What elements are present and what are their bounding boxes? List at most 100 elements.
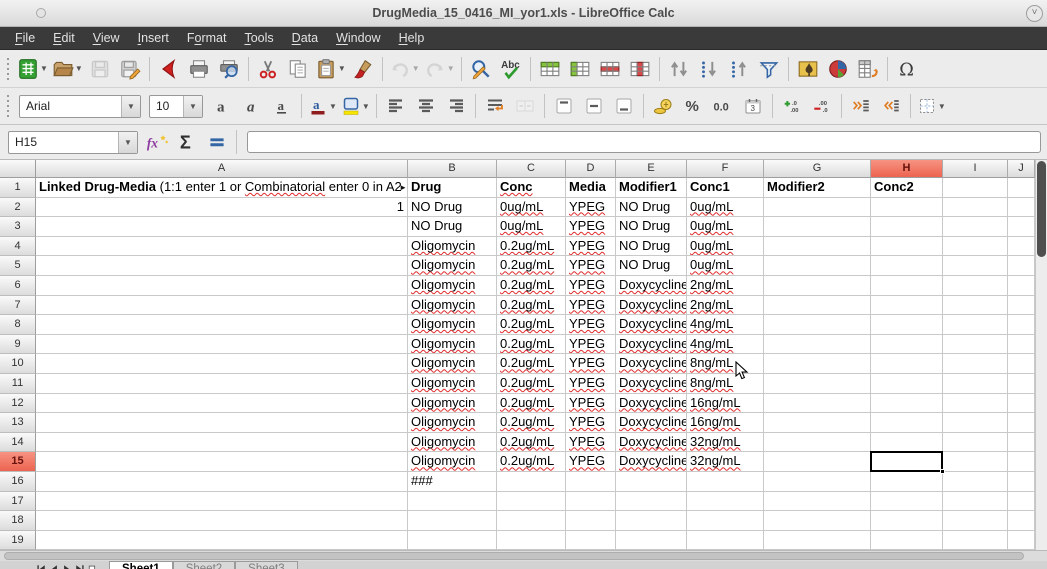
cell-E17[interactable] (616, 492, 687, 512)
cell-F9[interactable]: 4ng/mL (687, 335, 764, 355)
currency-format-icon[interactable] (649, 91, 677, 121)
next-sheet-icon[interactable] (60, 562, 73, 569)
cell-C16[interactable] (497, 472, 566, 492)
cell-B16[interactable]: ### (408, 472, 497, 492)
row-header-18[interactable]: 18 (0, 511, 36, 531)
sheet-tab-sheet2[interactable]: Sheet2 (173, 561, 235, 569)
cell-A8[interactable] (36, 315, 408, 335)
cell-F11[interactable]: 8ng/mL (687, 374, 764, 394)
cell-J15[interactable] (1008, 452, 1035, 472)
cell-H6[interactable] (871, 276, 943, 296)
cell-C4[interactable]: 0.2ug/mL (497, 237, 566, 257)
cell-G10[interactable] (764, 354, 871, 374)
row-header-13[interactable]: 13 (0, 413, 36, 433)
number-format-icon[interactable]: 0.0 (709, 91, 737, 121)
bold-icon[interactable]: a (208, 91, 236, 121)
sum-icon[interactable]: Σ (172, 128, 202, 156)
cell-H17[interactable] (871, 492, 943, 512)
cell-A14[interactable] (36, 433, 408, 453)
open-icon[interactable]: ▼ (51, 54, 84, 84)
cell-G4[interactable] (764, 237, 871, 257)
cell-J4[interactable] (1008, 237, 1035, 257)
date-format-icon[interactable]: 3 (739, 91, 767, 121)
cell-I1[interactable] (943, 178, 1008, 198)
row-header-14[interactable]: 14 (0, 433, 36, 453)
column-header-G[interactable]: G (764, 160, 871, 178)
chevron-down-icon[interactable]: ▼ (75, 64, 83, 73)
redo-icon[interactable]: ▼ (423, 54, 456, 84)
cell-J8[interactable] (1008, 315, 1035, 335)
cell-I3[interactable] (943, 217, 1008, 237)
cell-A9[interactable] (36, 335, 408, 355)
cell-B2[interactable]: NO Drug (408, 198, 497, 218)
cell-C13[interactable]: 0.2ug/mL (497, 413, 566, 433)
cell-C11[interactable]: 0.2ug/mL (497, 374, 566, 394)
cell-E9[interactable]: Doxycycline (616, 335, 687, 355)
row-header-2[interactable]: 2 (0, 198, 36, 218)
function-wizard-icon[interactable]: fx (142, 128, 172, 156)
cell-I7[interactable] (943, 296, 1008, 316)
align-right-icon[interactable] (442, 91, 470, 121)
cell-F4[interactable]: 0ug/mL (687, 237, 764, 257)
underline-icon[interactable]: a (268, 91, 296, 121)
cell-B11[interactable]: Oligomycin (408, 374, 497, 394)
cell-C9[interactable]: 0.2ug/mL (497, 335, 566, 355)
special-character-icon[interactable]: Ω (893, 54, 921, 84)
cell-B14[interactable]: Oligomycin (408, 433, 497, 453)
cell-C3[interactable]: 0ug/mL (497, 217, 566, 237)
font-color-icon[interactable]: a▼ (307, 91, 338, 121)
cell-D13[interactable]: YPEG (566, 413, 616, 433)
sheet-tab-sheet3[interactable]: Sheet3 (235, 561, 297, 569)
cell-F1[interactable]: Conc1 (687, 178, 764, 198)
cell-B10[interactable]: Oligomycin (408, 354, 497, 374)
cell-C2[interactable]: 0ug/mL (497, 198, 566, 218)
insert-column-icon[interactable] (566, 54, 594, 84)
cell-I4[interactable] (943, 237, 1008, 257)
cell-F3[interactable]: 0ug/mL (687, 217, 764, 237)
vertical-scrollbar-thumb[interactable] (1037, 161, 1046, 257)
cell-I16[interactable] (943, 472, 1008, 492)
vertical-scrollbar[interactable] (1035, 160, 1047, 550)
cell-B1[interactable]: Drug (408, 178, 497, 198)
cell-B8[interactable]: Oligomycin (408, 315, 497, 335)
cell-G15[interactable] (764, 452, 871, 472)
cell-F19[interactable] (687, 531, 764, 550)
cell-A18[interactable] (36, 511, 408, 531)
autofilter-icon[interactable] (755, 54, 783, 84)
cell-D2[interactable]: YPEG (566, 198, 616, 218)
cell-J2[interactable] (1008, 198, 1035, 218)
chevron-down-icon[interactable]: ▼ (447, 64, 455, 73)
cell-B4[interactable]: Oligomycin (408, 237, 497, 257)
cell-G12[interactable] (764, 394, 871, 414)
cell-G14[interactable] (764, 433, 871, 453)
chevron-down-icon[interactable]: ▼ (938, 102, 946, 111)
cell-F12[interactable]: 16ng/mL (687, 394, 764, 414)
cell-J13[interactable] (1008, 413, 1035, 433)
cell-D10[interactable]: YPEG (566, 354, 616, 374)
cell-I6[interactable] (943, 276, 1008, 296)
cell-C19[interactable] (497, 531, 566, 550)
select-all-corner[interactable] (0, 160, 36, 178)
cell-J16[interactable] (1008, 472, 1035, 492)
spelling-icon[interactable]: Abc (497, 54, 525, 84)
row-header-12[interactable]: 12 (0, 394, 36, 414)
horizontal-scrollbar[interactable] (0, 550, 1047, 561)
column-header-B[interactable]: B (408, 160, 497, 178)
row-header-11[interactable]: 11 (0, 374, 36, 394)
clone-formatting-icon[interactable] (349, 54, 377, 84)
cell-F6[interactable]: 2ng/mL (687, 276, 764, 296)
cell-I13[interactable] (943, 413, 1008, 433)
cell-F8[interactable]: 4ng/mL (687, 315, 764, 335)
cell-C15[interactable]: 0.2ug/mL (497, 452, 566, 472)
add-decimal-icon[interactable]: .0.00 (778, 91, 806, 121)
cell-A2[interactable]: 1 (36, 198, 408, 218)
undo-icon[interactable]: ▼ (388, 54, 421, 84)
column-header-I[interactable]: I (943, 160, 1008, 178)
cell-G8[interactable] (764, 315, 871, 335)
menu-insert[interactable]: Insert (129, 28, 178, 48)
cell-J6[interactable] (1008, 276, 1035, 296)
cell-E5[interactable]: NO Drug (616, 256, 687, 276)
cell-H10[interactable] (871, 354, 943, 374)
cell-I8[interactable] (943, 315, 1008, 335)
cell-D5[interactable]: YPEG (566, 256, 616, 276)
